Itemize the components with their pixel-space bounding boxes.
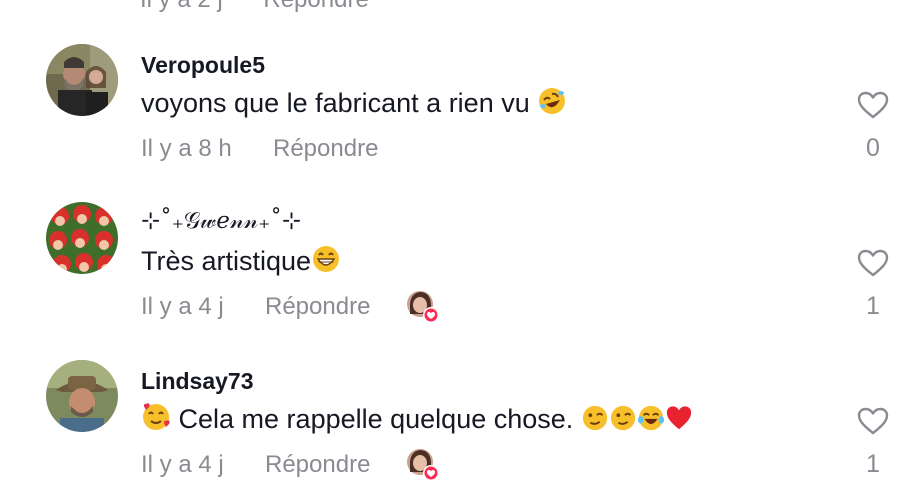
username[interactable]: Lindsay73 xyxy=(141,368,254,395)
avatar[interactable] xyxy=(46,44,118,116)
heart-outline-icon[interactable] xyxy=(856,248,890,278)
heart-outline-icon[interactable] xyxy=(856,406,890,436)
heart-outline-icon[interactable] xyxy=(856,90,890,120)
like-control: 0 xyxy=(852,90,894,163)
like-control: 1 xyxy=(852,406,894,479)
rolling-laughing-emoji-icon xyxy=(539,88,566,114)
comment-item: ⊹˚₊𝒢𝓌𝑒𝓃𝓃₊˚⊹ Très artistique Il y a 4 j R… xyxy=(0,158,918,323)
username[interactable]: Veropoule5 xyxy=(141,52,265,79)
comment-item: Lindsay73 Cela me rappelle quelque chose… xyxy=(0,316,918,481)
comment-body: Cela me rappelle quelque chose. xyxy=(178,404,574,434)
comment-text: voyons que le fabricant a rien vu xyxy=(141,86,567,119)
avatar[interactable] xyxy=(46,360,118,432)
comment-time: Il y a 4 j xyxy=(141,451,224,478)
username[interactable]: ⊹˚₊𝒢𝓌𝑒𝓃𝓃₊˚⊹ xyxy=(141,208,301,234)
winking-face-emoji-icon xyxy=(610,405,635,431)
comment-text: Très artistique xyxy=(141,244,341,277)
like-count: 1 xyxy=(866,450,880,478)
comment-text: Cela me rappelle quelque chose. xyxy=(141,402,693,435)
winking-face-emoji-icon xyxy=(582,405,607,431)
creator-liked-icon xyxy=(406,448,440,482)
comment-body: voyons que le fabricant a rien vu xyxy=(141,88,530,118)
reply-button[interactable]: Répondre xyxy=(265,451,370,479)
tears-of-joy-emoji-icon xyxy=(637,405,664,431)
comment-body: Très artistique xyxy=(141,246,312,276)
comment-item: Veropoule5 voyons que le fabricant a rie… xyxy=(0,0,918,162)
grinning-face-emoji-icon xyxy=(313,246,340,272)
red-heart-emoji-icon xyxy=(666,406,691,430)
like-control: 1 xyxy=(852,248,894,321)
avatar[interactable] xyxy=(46,202,118,274)
smiling-face-with-hearts-emoji-icon xyxy=(143,403,170,430)
